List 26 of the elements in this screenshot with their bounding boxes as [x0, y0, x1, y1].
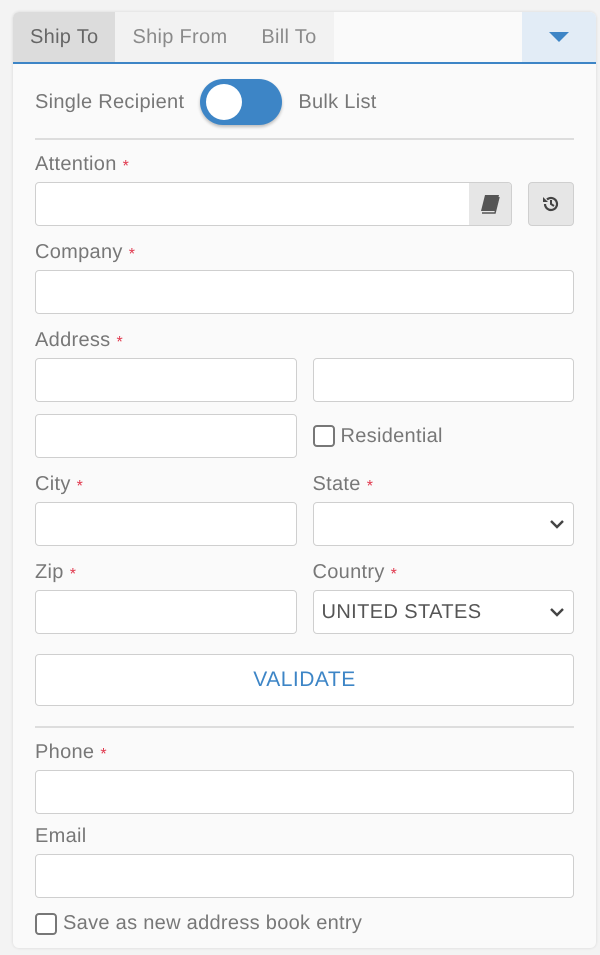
required-mark: * — [128, 246, 136, 264]
field-label: Company — [35, 241, 123, 264]
field-label: City — [35, 473, 71, 496]
field-label: Attention — [35, 153, 117, 176]
required-mark: * — [76, 478, 84, 496]
field-label: Email — [35, 825, 87, 848]
required-mark: * — [390, 566, 398, 584]
tab[interactable]: Ship From — [115, 12, 244, 62]
field-label: State — [312, 473, 361, 496]
required-mark: * — [122, 158, 130, 176]
required-mark: * — [116, 334, 124, 352]
required-mark: * — [366, 478, 374, 496]
toggle-label: Bulk List — [298, 90, 377, 114]
toggle-label: Single Recipient — [35, 90, 184, 114]
tab[interactable]: Ship To — [13, 12, 116, 62]
checkbox-label: Save as new address book entry — [63, 912, 362, 935]
field-label: Phone — [35, 741, 94, 764]
validate-button[interactable]: VALIDATE — [35, 654, 574, 706]
country-select[interactable]: UNITED STATES — [312, 590, 574, 634]
required-mark: * — [70, 566, 76, 584]
required-mark: * — [100, 746, 107, 764]
field-label: Country — [312, 561, 385, 584]
checkbox-label: Residential — [340, 424, 443, 448]
tab[interactable]: Bill To — [244, 12, 334, 62]
field-label: Zip — [35, 561, 64, 584]
field-label: Address — [35, 329, 110, 352]
